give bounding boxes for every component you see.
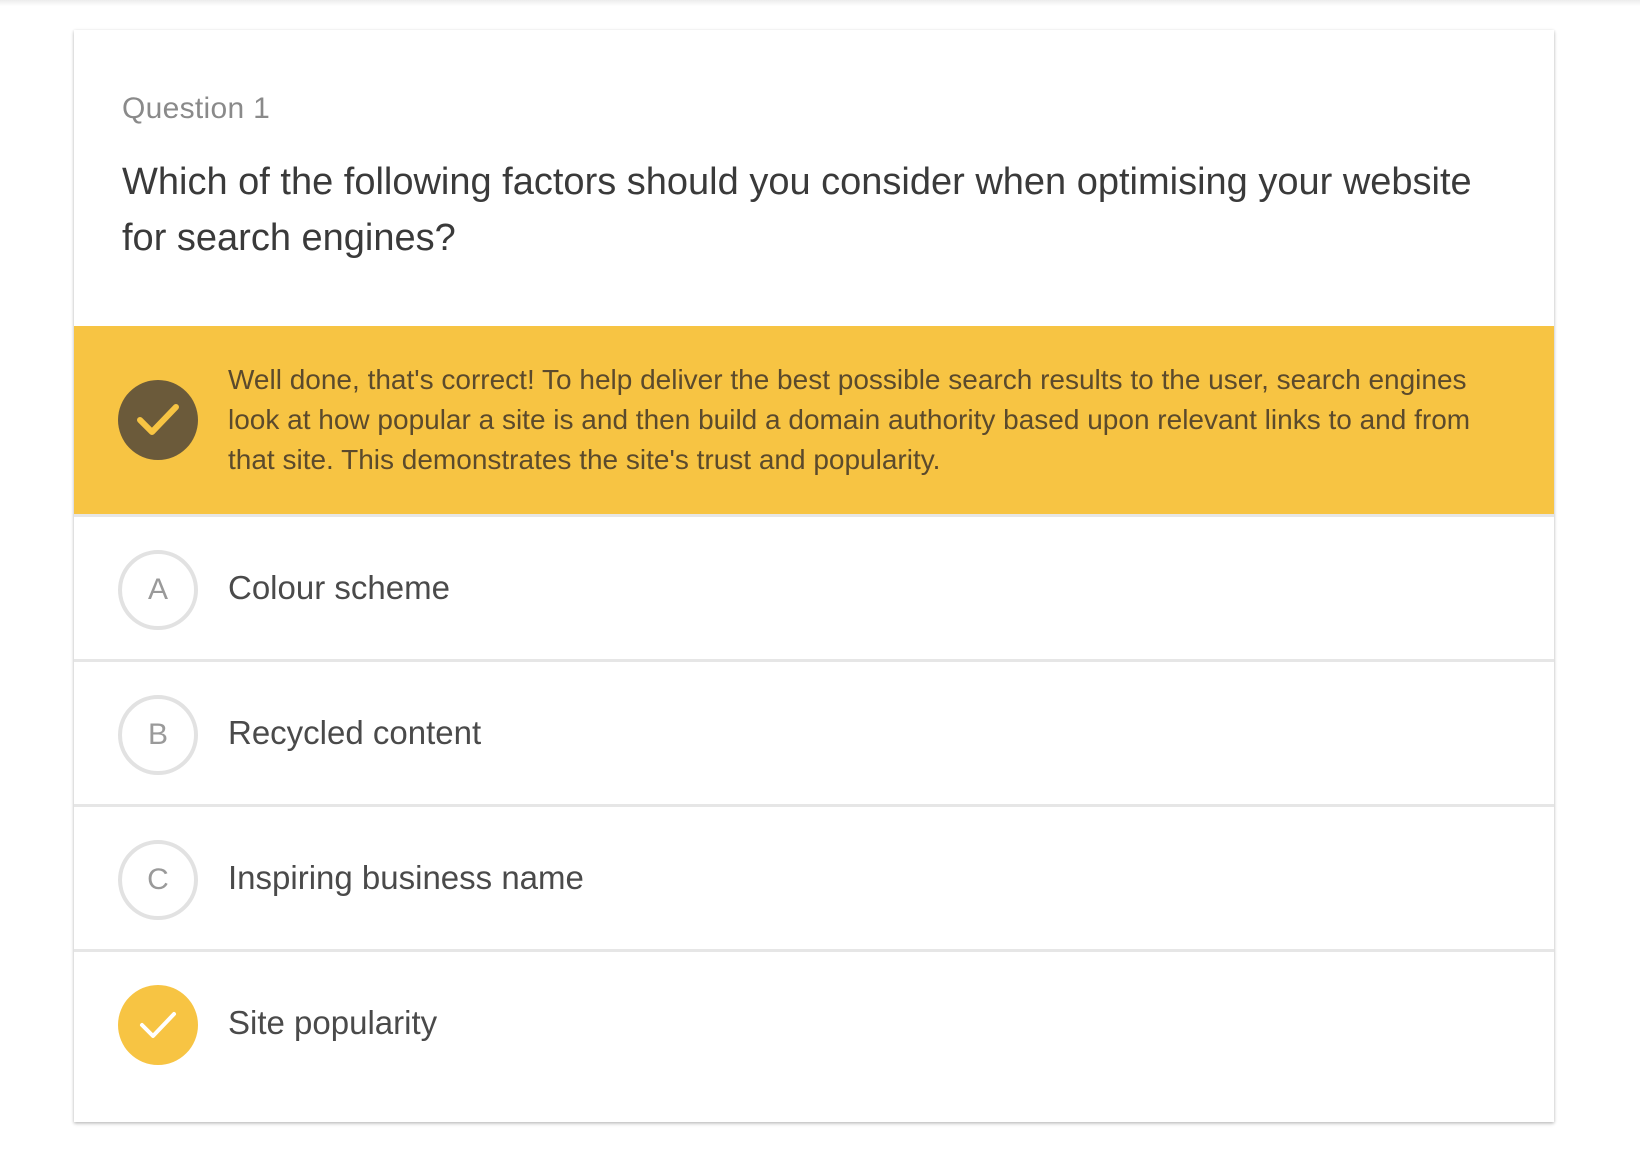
feedback-banner: Well done, that's correct! To help deliv… [74,326,1554,514]
top-edge-shadow [0,0,1640,6]
option-a-label: Colour scheme [228,569,450,606]
option-c-label: Inspiring business name [228,859,584,896]
question-number: Question 1 [122,92,271,125]
checkmark-icon [118,380,198,460]
question-text: Which of the following factors should yo… [122,161,1472,259]
option-a[interactable]: A Colour scheme [74,514,1554,664]
option-a-letter-badge: A [118,550,198,630]
option-b[interactable]: B Recycled content [74,659,1554,809]
option-c[interactable]: C Inspiring business name [74,804,1554,954]
question-card: Question 1 Which of the following factor… [74,30,1554,1122]
option-b-letter-badge: B [118,695,198,775]
question-header: Question 1 Which of the following factor… [74,30,1554,326]
feedback-text: Well done, that's correct! To help deliv… [228,364,1471,475]
checkmark-icon [118,985,198,1065]
option-d-label: Site popularity [228,1004,438,1041]
option-c-letter-badge: C [118,840,198,920]
option-d[interactable]: Site popularity [74,949,1554,1122]
option-b-label: Recycled content [228,714,482,751]
